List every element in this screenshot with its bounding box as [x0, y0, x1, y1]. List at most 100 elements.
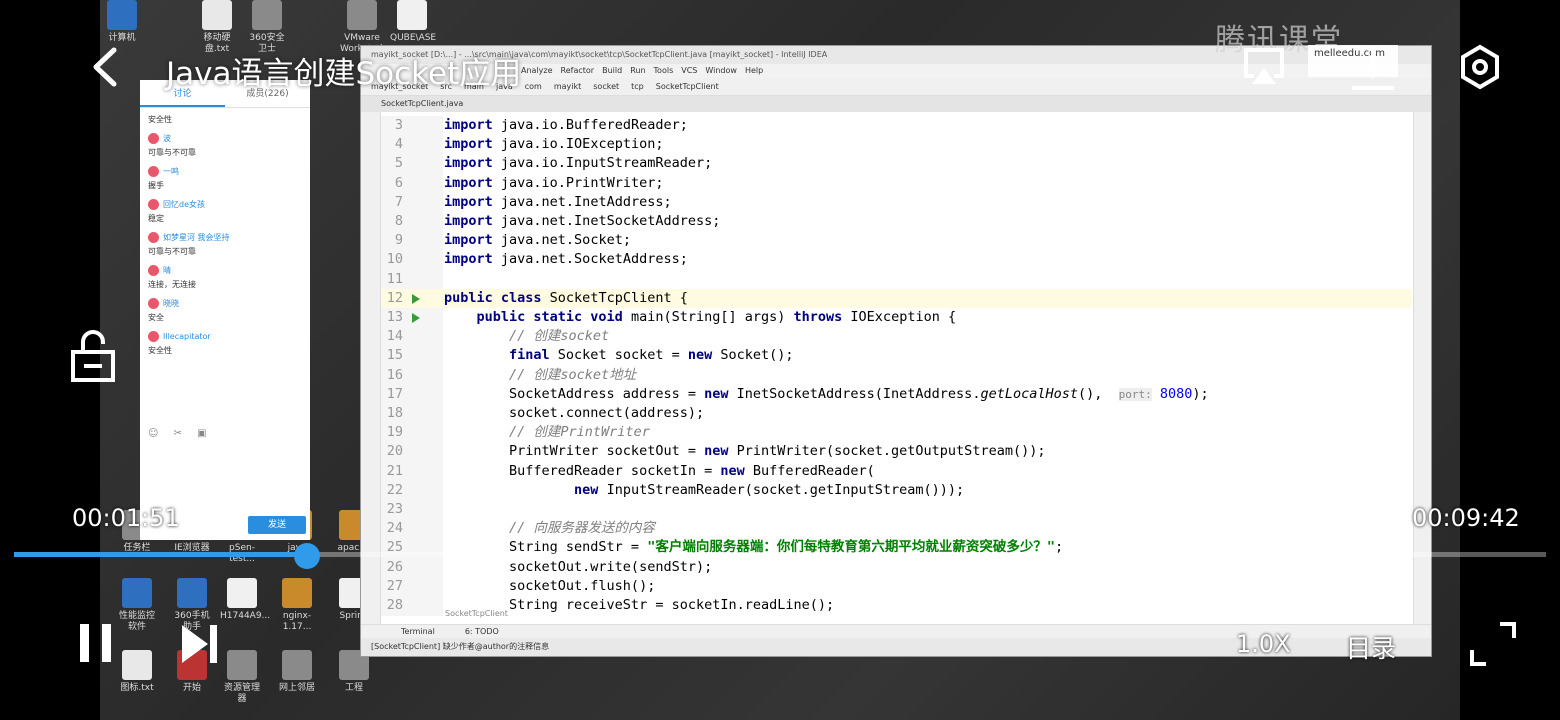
desktop-icon-label: 资源管理器: [223, 683, 260, 704]
code-text: socketOut.flush();: [444, 577, 656, 594]
chat-panel: 讨论 成员(226) 安全性波可靠与不可靠 一鸣 握手 回忆de女孩 稳定 如梦星河 我会…: [140, 80, 310, 540]
desktop-icon-glyph: [227, 650, 257, 680]
code-editor: 3 import java.io.BufferedReader; 4 import j…: [381, 116, 1411, 614]
code-text: // 向服务器发送的内容: [509, 520, 655, 537]
line-number: 24: [386, 520, 403, 537]
chat-sender-name: 回忆de女孩: [163, 200, 205, 209]
line-number: 7: [394, 193, 403, 210]
line-number: 27: [386, 577, 403, 594]
code-text: SocketAddress address = new InetSocketAd…: [444, 385, 1209, 402]
ide-nav-crumb: tcp: [631, 82, 644, 91]
desktop-icon-label: 性能监控软件: [118, 611, 155, 632]
chat-sender-name: 一鸣: [163, 167, 179, 176]
desktop-icon-glyph: [177, 578, 207, 608]
line-number: 6: [394, 174, 403, 191]
chat-message: 一鸣 握手: [148, 166, 302, 191]
progress-thumb[interactable]: [293, 543, 320, 569]
screen-lock-button[interactable]: [68, 328, 118, 384]
line-number: 21: [386, 462, 403, 479]
total-time: 00:09:42: [1412, 504, 1520, 532]
desktop-icon-glyph: [122, 578, 152, 608]
code-line: 15 final Socket socket = new Socket();: [381, 346, 1411, 365]
chat-sender-name: 如梦星河 我会坚持: [163, 233, 230, 242]
download-button[interactable]: [1350, 44, 1396, 92]
desktop-icon-label: H1744A9...: [220, 611, 271, 621]
line-number: 19: [386, 424, 403, 441]
ide-bottom-tool: 6: TODO: [464, 627, 499, 636]
chat-sender-name: Illecapitator: [163, 332, 211, 341]
video-frame[interactable]: 计算机移动硬盘.txt360安全卫士VMware WorkstationQUBE…: [100, 0, 1460, 720]
ide-menu-item: VCS: [681, 66, 698, 75]
ide-menu-item: Run: [630, 66, 646, 75]
code-text: // 创建socket地址: [509, 366, 637, 383]
code-line: 4 import java.io.IOException;: [381, 135, 1411, 154]
desktop-icon: H1744A9...: [220, 578, 271, 622]
chat-message: 安全性: [148, 114, 302, 125]
code-line: 21 BufferedReader socketIn = new Buffere…: [381, 462, 1411, 481]
ide-editor-tab: SocketTcpClient.java: [361, 96, 1431, 112]
desktop-icon-glyph: [107, 0, 137, 30]
chat-sender: 晓晓: [148, 298, 302, 309]
code-text: socketOut.write(sendStr);: [444, 558, 713, 575]
chat-message-text: 安全: [148, 313, 164, 322]
code-text: import java.net.SocketAddress;: [444, 251, 688, 268]
desktop-icon-glyph: [347, 0, 377, 30]
cast-icon: [1244, 48, 1284, 84]
code-line: 20 PrintWriter socketOut = new PrintWrit…: [381, 442, 1411, 461]
back-arrow-icon: [93, 47, 117, 87]
code-line: 3 import java.io.BufferedReader;: [381, 116, 1411, 135]
code-text: import java.net.Socket;: [444, 232, 631, 249]
code-text: import java.net.InetSocketAddress;: [444, 213, 721, 229]
desktop-icon-label: 图标.txt: [120, 683, 154, 693]
chat-message-text: 可靠与不可靠: [148, 247, 196, 256]
desktop-icon-glyph: [252, 0, 282, 30]
pause-button[interactable]: [78, 624, 114, 664]
fullscreen-button[interactable]: [1470, 622, 1516, 666]
line-number: 14: [386, 328, 403, 345]
code-line: 5 import java.io.InputStreamReader;: [381, 154, 1411, 173]
line-number: 11: [386, 270, 403, 287]
code-line: 26 socketOut.write(sendStr);: [381, 558, 1411, 577]
avatar: [148, 166, 159, 177]
code-line: 18 socket.connect(address);: [381, 404, 1411, 423]
line-number: 13: [386, 309, 403, 325]
desktop-icon: 360安全卫士: [245, 0, 289, 55]
code-line: 9 import java.net.Socket;: [381, 231, 1411, 250]
ide-nav-crumb: SocketTcpClient: [655, 82, 719, 91]
ide-menu-item: Help: [744, 66, 764, 75]
line-number: 15: [386, 347, 403, 364]
settings-button[interactable]: [1458, 44, 1502, 90]
code-line: 7 import java.net.InetAddress;: [381, 193, 1411, 212]
avatar: [148, 265, 159, 276]
playback-speed-button[interactable]: 1.0X: [1236, 630, 1291, 658]
run-gutter-icon: [412, 313, 420, 323]
unlock-icon: [71, 330, 115, 382]
avatar: [148, 331, 159, 342]
desktop-icon-glyph: [282, 650, 312, 680]
fullscreen-icon: [1470, 622, 1516, 666]
current-time: 00:01:51: [72, 504, 180, 532]
avatar: [148, 199, 159, 210]
desktop-icon-glyph: [397, 0, 427, 30]
chat-message-text: 安全性: [148, 115, 172, 124]
code-line: 28 String receiveStr = socketIn.readLine…: [381, 596, 1411, 614]
desktop-icon: 移动硬盘.txt: [195, 0, 239, 55]
ide-menu-item: Window: [705, 66, 737, 75]
next-episode-button[interactable]: [180, 624, 220, 664]
chapters-button[interactable]: 目录: [1346, 629, 1396, 665]
code-line: 13 public static void main(String[] args…: [381, 308, 1411, 327]
desktop-icon-label: 计算机: [108, 33, 136, 43]
chat-message-text: 可靠与不可靠: [148, 148, 196, 157]
code-line: 27 socketOut.flush();: [381, 577, 1411, 596]
back-button[interactable]: [86, 44, 126, 90]
desktop-icon-label: 开始: [182, 683, 201, 693]
chat-message: 晓晓安全: [148, 298, 302, 323]
video-title: Java语言创建Socket应用: [166, 56, 522, 92]
ide-window: mayikt_socket [D:\...] - ...\src\main\ja…: [360, 45, 1432, 657]
code-text: // 创建socket: [509, 328, 610, 345]
chat-sender-name: 晓晓: [163, 299, 179, 308]
ide-menu-item: Build: [602, 66, 623, 75]
code-line: 22 new InputStreamReader(socket.getInput…: [381, 481, 1411, 500]
cast-button[interactable]: [1242, 46, 1286, 88]
ide-menu-item: Tools: [653, 66, 674, 75]
